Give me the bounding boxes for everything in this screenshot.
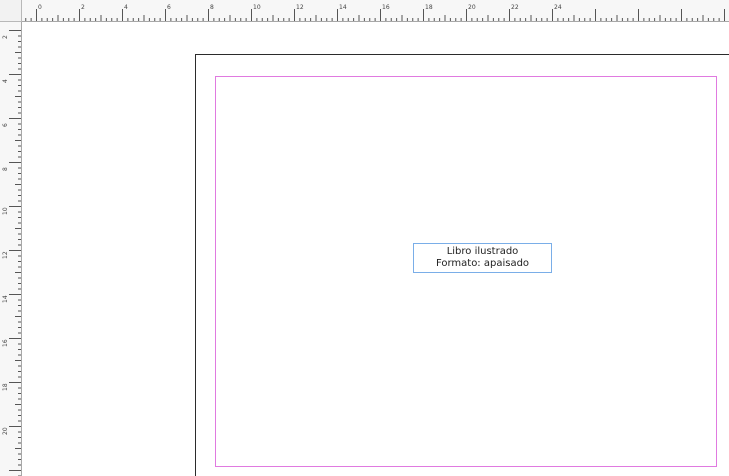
ruler-label: 12 [2, 251, 9, 259]
ruler-label: 14 [2, 295, 9, 303]
ruler-label: 8 [210, 4, 214, 11]
ruler-label: 16 [382, 4, 390, 11]
ruler-label: 2 [2, 35, 9, 39]
ruler-label: 18 [425, 4, 433, 11]
text-frame-line-2: Formato: apaisado [435, 258, 530, 269]
layout-window: 0 2 4 6 8 10 12 14 16 18 20 22 24 2 4 6 8 10 12 14 16 18 20 L… [0, 0, 729, 476]
ruler-label: 22 [511, 4, 519, 11]
ruler-label: 4 [2, 79, 9, 83]
text-frame-line-1: Libro ilustrado [446, 246, 519, 257]
horizontal-ruler[interactable]: 0 2 4 6 8 10 12 14 16 18 20 22 24 [22, 0, 729, 22]
text-frame[interactable]: Libro ilustrado Formato: apaisado [413, 243, 552, 273]
ruler-label: 12 [296, 4, 304, 11]
ruler-origin[interactable] [0, 0, 22, 22]
ruler-label: 0 [38, 4, 42, 11]
ruler-label: 14 [339, 4, 347, 11]
document-page[interactable]: Libro ilustrado Formato: apaisado [195, 54, 729, 476]
ruler-label: 24 [554, 4, 562, 11]
pasteboard[interactable]: Libro ilustrado Formato: apaisado [23, 23, 729, 476]
ruler-label: 6 [2, 123, 9, 127]
ruler-label: 10 [253, 4, 261, 11]
ruler-label: 6 [167, 4, 171, 11]
ruler-label: 20 [468, 4, 476, 11]
ruler-label: 10 [2, 207, 9, 215]
ruler-label: 8 [2, 167, 9, 171]
ruler-label: 18 [2, 383, 9, 391]
ruler-label: 16 [2, 339, 9, 347]
ruler-label: 4 [124, 4, 128, 11]
vertical-ruler[interactable]: 2 4 6 8 10 12 14 16 18 20 [0, 22, 22, 476]
ruler-label: 2 [81, 4, 85, 11]
ruler-label: 20 [2, 427, 9, 435]
